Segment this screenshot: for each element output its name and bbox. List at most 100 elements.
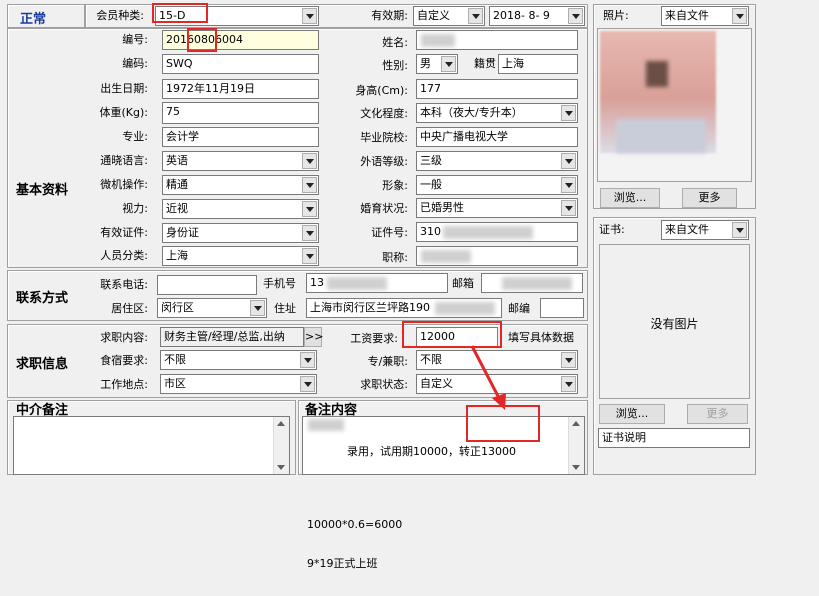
- job-title-label: 职称:: [382, 251, 408, 264]
- scroll-up-icon[interactable]: [277, 421, 285, 426]
- photo-browse-button[interactable]: 浏览...: [600, 188, 660, 208]
- phone-field[interactable]: [157, 275, 257, 295]
- chevron-down-icon[interactable]: [302, 153, 317, 169]
- certificate-more-button[interactable]: 更多: [687, 404, 748, 424]
- scroll-down-icon[interactable]: [572, 465, 580, 470]
- district-label: 居住区:: [111, 302, 148, 315]
- photo-more-button[interactable]: 更多: [682, 188, 737, 208]
- chevron-down-icon[interactable]: [302, 177, 317, 193]
- code-label: 编码:: [122, 57, 148, 70]
- chevron-down-icon[interactable]: [561, 352, 576, 368]
- remark-line-1: 录用，试用期10000，转正13000: [347, 445, 516, 458]
- validity-date-picker[interactable]: 2018- 8- 9: [489, 6, 585, 26]
- chevron-down-icon[interactable]: [300, 376, 315, 392]
- chevron-down-icon[interactable]: [732, 8, 747, 24]
- job-title-field[interactable]: [416, 246, 578, 266]
- language-level-value: 三级: [420, 154, 442, 167]
- location-select[interactable]: 市区: [160, 374, 317, 394]
- category-label: 人员分类:: [100, 249, 148, 262]
- job-content-label: 求职内容:: [100, 331, 148, 344]
- school-label: 毕业院校:: [360, 131, 408, 144]
- birth-field[interactable]: 1972年11月19日: [162, 79, 319, 99]
- education-select[interactable]: 本科（夜大/专升本）: [416, 103, 578, 123]
- chevron-down-icon[interactable]: [441, 56, 456, 72]
- scroll-up-icon[interactable]: [572, 421, 580, 426]
- redacted-title: [421, 250, 471, 263]
- lodging-select[interactable]: 不限: [160, 350, 317, 370]
- certificate-browse-button[interactable]: 浏览...: [599, 404, 665, 424]
- vision-select[interactable]: 近视: [162, 199, 319, 219]
- id-number-field[interactable]: 310: [416, 222, 578, 242]
- chevron-down-icon[interactable]: [561, 177, 576, 193]
- chevron-down-icon[interactable]: [302, 201, 317, 217]
- mobile-field[interactable]: 13: [306, 273, 448, 293]
- chevron-down-icon[interactable]: [302, 8, 317, 24]
- location-value: 市区: [164, 377, 186, 390]
- category-value: 上海: [166, 249, 188, 262]
- chevron-down-icon[interactable]: [568, 8, 583, 24]
- height-field[interactable]: 177: [416, 79, 578, 99]
- language-select[interactable]: 英语: [162, 151, 319, 171]
- highlight-box-member-type: [152, 3, 208, 23]
- email-field[interactable]: [481, 273, 583, 293]
- chevron-down-icon[interactable]: [561, 105, 576, 121]
- chevron-down-icon[interactable]: [302, 225, 317, 241]
- id-type-label: 有效证件:: [100, 226, 148, 239]
- code-field[interactable]: SWQ: [162, 54, 319, 74]
- school-field[interactable]: 中央广播电视大学: [416, 127, 578, 147]
- scroll-down-icon[interactable]: [277, 465, 285, 470]
- validity-mode-select[interactable]: 自定义: [413, 6, 485, 26]
- id-field[interactable]: 20160806004: [162, 30, 319, 50]
- id-number-label: 证件号:: [371, 226, 408, 239]
- appearance-select[interactable]: 一般: [416, 175, 578, 195]
- origin-label: 籍贯: [474, 57, 496, 70]
- certificate-source-select[interactable]: 来自文件: [661, 220, 749, 240]
- photo-panel: [597, 28, 752, 182]
- certificate-source-value: 来自文件: [665, 223, 709, 236]
- photo-shirt: [616, 119, 706, 153]
- chevron-down-icon[interactable]: [561, 153, 576, 169]
- chevron-down-icon[interactable]: [250, 300, 265, 316]
- chevron-down-icon[interactable]: [561, 376, 576, 392]
- redacted-remark: [308, 419, 344, 431]
- basic-info-title: 基本资料: [16, 183, 69, 198]
- remark-line-3: 9*19正式上班: [307, 557, 378, 570]
- certificate-note-field[interactable]: 证书说明: [598, 428, 750, 448]
- zip-field[interactable]: [540, 298, 584, 318]
- address-value: 上海市闵行区兰坪路190: [310, 301, 430, 314]
- chevron-down-icon[interactable]: [561, 200, 576, 216]
- chevron-down-icon[interactable]: [300, 352, 315, 368]
- language-level-select[interactable]: 三级: [416, 151, 578, 171]
- education-label: 文化程度:: [360, 107, 408, 120]
- education-value: 本科（夜大/专升本）: [420, 106, 523, 119]
- weight-field[interactable]: 75: [162, 102, 319, 124]
- marital-select[interactable]: 已婚男性: [416, 198, 578, 218]
- id-type-select[interactable]: 身份证: [162, 223, 319, 243]
- chevron-down-icon[interactable]: [732, 222, 747, 238]
- photo-source-value: 来自文件: [665, 9, 709, 22]
- id-type-value: 身份证: [166, 226, 199, 239]
- location-label: 工作地点:: [100, 378, 148, 391]
- category-select[interactable]: 上海: [162, 246, 319, 266]
- marital-value: 已婚男性: [420, 201, 464, 214]
- marital-label: 婚育状况:: [360, 202, 408, 215]
- validity-date-value: 2018- 8- 9: [493, 9, 550, 22]
- language-label: 通晓语言:: [100, 154, 148, 167]
- chevron-down-icon[interactable]: [468, 8, 483, 24]
- computer-skill-select[interactable]: 精通: [162, 175, 319, 195]
- remark-textarea[interactable]: 录用，试用期10000，转正13000 10000*0.6=6000 9*19正…: [302, 416, 585, 570]
- scrollbar[interactable]: [568, 417, 584, 474]
- scrollbar[interactable]: [273, 417, 289, 474]
- chevron-down-icon[interactable]: [302, 248, 317, 264]
- agency-note-textarea[interactable]: [13, 416, 290, 475]
- origin-field[interactable]: 上海: [498, 54, 578, 74]
- gender-select[interactable]: 男: [416, 54, 458, 74]
- address-field[interactable]: 上海市闵行区兰坪路190: [306, 298, 502, 318]
- major-field[interactable]: 会计学: [162, 127, 319, 147]
- job-content-field[interactable]: 财务主管/经理/总监,出纳: [160, 327, 304, 347]
- job-content-more-button[interactable]: >>: [304, 327, 323, 347]
- status-label: 正常: [20, 12, 47, 27]
- name-field[interactable]: [416, 30, 578, 50]
- photo-source-select[interactable]: 来自文件: [661, 6, 749, 26]
- district-select[interactable]: 闵行区: [157, 298, 267, 318]
